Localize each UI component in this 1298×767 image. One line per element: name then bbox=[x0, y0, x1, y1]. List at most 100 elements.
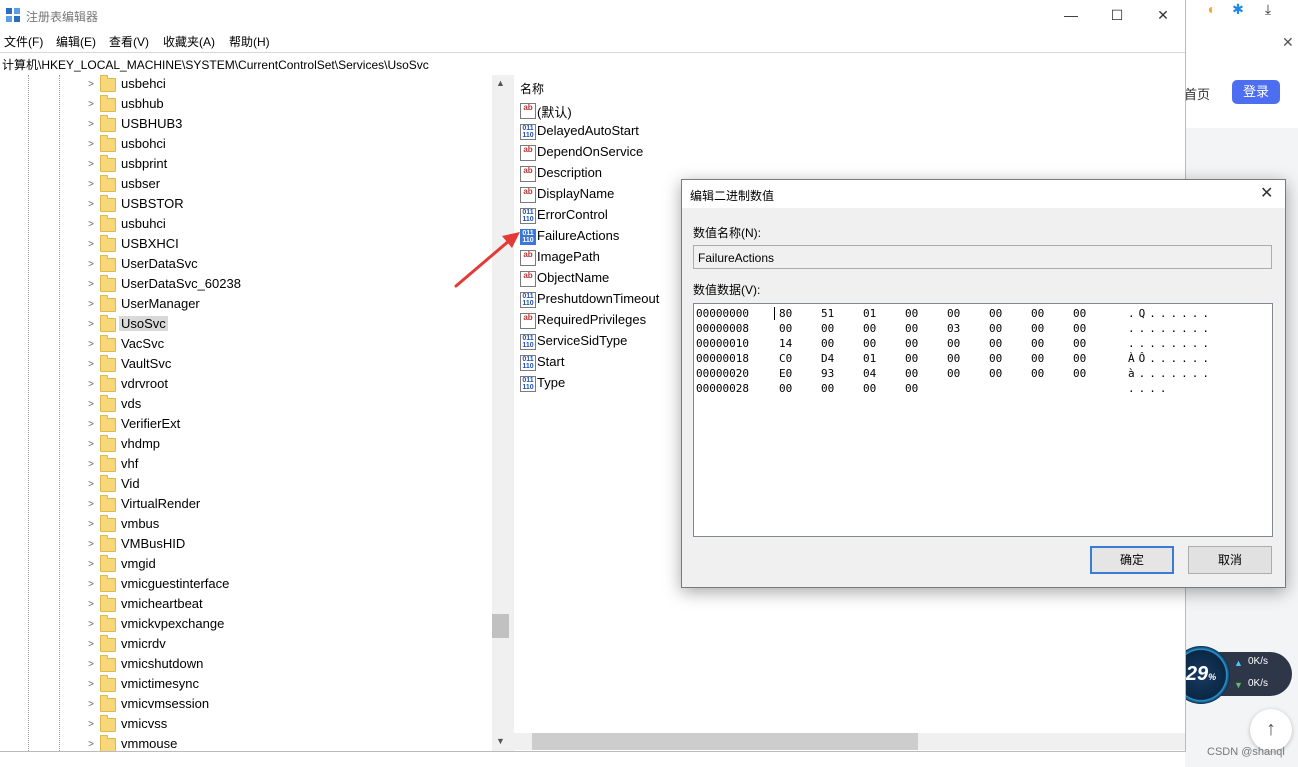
chevron-right-icon[interactable]: > bbox=[86, 459, 96, 470]
chevron-right-icon[interactable]: > bbox=[86, 499, 96, 510]
chevron-right-icon[interactable]: > bbox=[86, 139, 96, 150]
chevron-right-icon[interactable]: > bbox=[86, 179, 96, 190]
tree-item[interactable]: > vmbus bbox=[86, 515, 486, 535]
tree-item[interactable]: > USBSTOR bbox=[86, 195, 486, 215]
address-bar[interactable]: 计算机\HKEY_LOCAL_MACHINE\SYSTEM\CurrentCon… bbox=[0, 52, 1185, 76]
hex-byte[interactable]: 00 bbox=[905, 307, 918, 320]
menu-file[interactable]: 文件(F) bbox=[4, 33, 43, 50]
tree-item[interactable]: > usbprint bbox=[86, 155, 486, 175]
hex-byte[interactable]: 00 bbox=[1031, 322, 1044, 335]
chevron-right-icon[interactable]: > bbox=[86, 299, 96, 310]
hex-byte[interactable]: 00 bbox=[947, 367, 960, 380]
tree-item[interactable]: > UserManager bbox=[86, 295, 486, 315]
tree-item[interactable]: > UsoSvc bbox=[86, 315, 486, 335]
hex-byte[interactable]: 00 bbox=[821, 337, 834, 350]
hex-byte[interactable]: 00 bbox=[1073, 307, 1086, 320]
network-speed-widget[interactable]: 29% ▲ 0K/s ▼ 0K/s bbox=[1172, 646, 1292, 704]
hex-byte[interactable]: 00 bbox=[905, 382, 918, 395]
tree-item[interactable]: > VaultSvc bbox=[86, 355, 486, 375]
hex-row[interactable]: 00000010 14 00 00 00 00 00 00 00........ bbox=[696, 337, 1266, 352]
hex-byte[interactable]: 01 bbox=[863, 352, 876, 365]
chevron-right-icon[interactable]: > bbox=[86, 399, 96, 410]
moon-icon[interactable]: ◐ bbox=[1203, 0, 1221, 18]
hex-row[interactable]: 00000028 00 00 00 00.... bbox=[696, 382, 1266, 397]
hex-byte[interactable]: 80 bbox=[779, 307, 792, 320]
hex-byte[interactable]: 00 bbox=[821, 382, 834, 395]
chevron-right-icon[interactable]: > bbox=[86, 679, 96, 690]
tree-item[interactable]: > vmicrdv bbox=[86, 635, 486, 655]
tree-item[interactable]: > vdrvroot bbox=[86, 375, 486, 395]
column-header-name[interactable]: 名称 bbox=[520, 80, 544, 97]
menu-favorites[interactable]: 收藏夹(A) bbox=[163, 33, 215, 50]
hex-byte[interactable]: 14 bbox=[779, 337, 792, 350]
tree-item[interactable]: > vmicheartbeat bbox=[86, 595, 486, 615]
chevron-right-icon[interactable]: > bbox=[86, 659, 96, 670]
scroll-to-top-button[interactable]: ↑ bbox=[1250, 709, 1292, 751]
hex-byte[interactable]: 00 bbox=[863, 337, 876, 350]
chevron-right-icon[interactable]: > bbox=[86, 739, 96, 750]
hex-byte[interactable]: 00 bbox=[1073, 367, 1086, 380]
hex-byte[interactable]: 00 bbox=[863, 322, 876, 335]
close-button[interactable]: ✕ bbox=[1140, 0, 1186, 31]
chevron-right-icon[interactable]: > bbox=[86, 379, 96, 390]
tree-item[interactable]: > usbuhci bbox=[86, 215, 486, 235]
chevron-right-icon[interactable]: > bbox=[86, 559, 96, 570]
hex-byte[interactable]: 00 bbox=[1031, 367, 1044, 380]
hex-byte[interactable]: 00 bbox=[1031, 352, 1044, 365]
tree-item[interactable]: > vmictimesync bbox=[86, 675, 486, 695]
chevron-right-icon[interactable]: > bbox=[86, 79, 96, 90]
chevron-right-icon[interactable]: > bbox=[86, 199, 96, 210]
chevron-right-icon[interactable]: > bbox=[86, 99, 96, 110]
home-link[interactable]: 首页 bbox=[1184, 84, 1210, 103]
hex-byte[interactable]: 00 bbox=[905, 367, 918, 380]
tree-item[interactable]: > vds bbox=[86, 395, 486, 415]
tree-item[interactable]: > vhf bbox=[86, 455, 486, 475]
hex-row[interactable]: 00000000 80 51 01 00 00 00 00 00 .Q...... bbox=[696, 307, 1266, 322]
hex-byte[interactable]: 00 bbox=[1073, 352, 1086, 365]
tree-item[interactable]: > vmicvmsession bbox=[86, 695, 486, 715]
hex-byte[interactable]: 00 bbox=[947, 337, 960, 350]
menu-edit[interactable]: 编辑(E) bbox=[56, 33, 96, 50]
hex-byte[interactable]: 00 bbox=[779, 382, 792, 395]
hex-byte[interactable]: 00 bbox=[821, 322, 834, 335]
title-bar[interactable]: 注册表编辑器 — ☐ ✕ bbox=[0, 0, 1185, 31]
tree-item[interactable]: > Vid bbox=[86, 475, 486, 495]
tree-item[interactable]: > VirtualRender bbox=[86, 495, 486, 515]
hex-row[interactable]: 00000020 E0 93 04 00 00 00 00 00 à....... bbox=[696, 367, 1266, 382]
tree-item[interactable]: > usbser bbox=[86, 175, 486, 195]
cancel-button[interactable]: 取消 bbox=[1188, 546, 1272, 574]
menu-help[interactable]: 帮助(H) bbox=[229, 33, 270, 50]
hex-byte[interactable]: 00 bbox=[905, 337, 918, 350]
chevron-right-icon[interactable]: > bbox=[86, 159, 96, 170]
chevron-right-icon[interactable]: > bbox=[86, 219, 96, 230]
login-button[interactable]: 登录 bbox=[1232, 80, 1280, 104]
hex-byte[interactable]: 00 bbox=[989, 337, 1002, 350]
hex-byte[interactable]: 00 bbox=[989, 322, 1002, 335]
ok-button[interactable]: 确定 bbox=[1090, 546, 1174, 574]
tree-item[interactable]: > vmgid bbox=[86, 555, 486, 575]
tree-item[interactable]: > USBXHCI bbox=[86, 235, 486, 255]
values-hscroll-thumb[interactable] bbox=[532, 733, 918, 750]
tree-scrollbar[interactable]: ▲ ▼ bbox=[492, 75, 509, 751]
hex-byte[interactable]: 01 bbox=[863, 307, 876, 320]
chevron-right-icon[interactable]: > bbox=[86, 619, 96, 630]
tree-scroll-thumb[interactable] bbox=[492, 614, 509, 638]
hex-byte[interactable]: 00 bbox=[1031, 307, 1044, 320]
chevron-right-icon[interactable]: > bbox=[86, 579, 96, 590]
key-tree[interactable]: > usbehci > usbhub > USBHUB3 > usbohci > usbprint… bbox=[0, 75, 509, 751]
hex-byte[interactable]: 00 bbox=[779, 322, 792, 335]
tree-item[interactable]: > vmicvss bbox=[86, 715, 486, 735]
chevron-right-icon[interactable]: > bbox=[86, 279, 96, 290]
chevron-right-icon[interactable]: > bbox=[86, 259, 96, 270]
tree-item[interactable]: > UserDataSvc_60238 bbox=[86, 275, 486, 295]
share-icon[interactable]: ✱ bbox=[1229, 0, 1247, 18]
hex-byte[interactable]: 04 bbox=[863, 367, 876, 380]
hex-byte[interactable]: 00 bbox=[1031, 337, 1044, 350]
chevron-right-icon[interactable]: > bbox=[86, 599, 96, 610]
hex-byte[interactable]: 00 bbox=[989, 307, 1002, 320]
tree-item[interactable]: > vmicguestinterface bbox=[86, 575, 486, 595]
tree-item[interactable]: > vmmouse bbox=[86, 735, 486, 751]
tree-item[interactable]: > vmickvpexchange bbox=[86, 615, 486, 635]
hex-editor[interactable]: 00000000 80 51 01 00 00 00 00 00 .Q...... 00000008… bbox=[693, 303, 1273, 537]
tree-item[interactable]: > usbohci bbox=[86, 135, 486, 155]
